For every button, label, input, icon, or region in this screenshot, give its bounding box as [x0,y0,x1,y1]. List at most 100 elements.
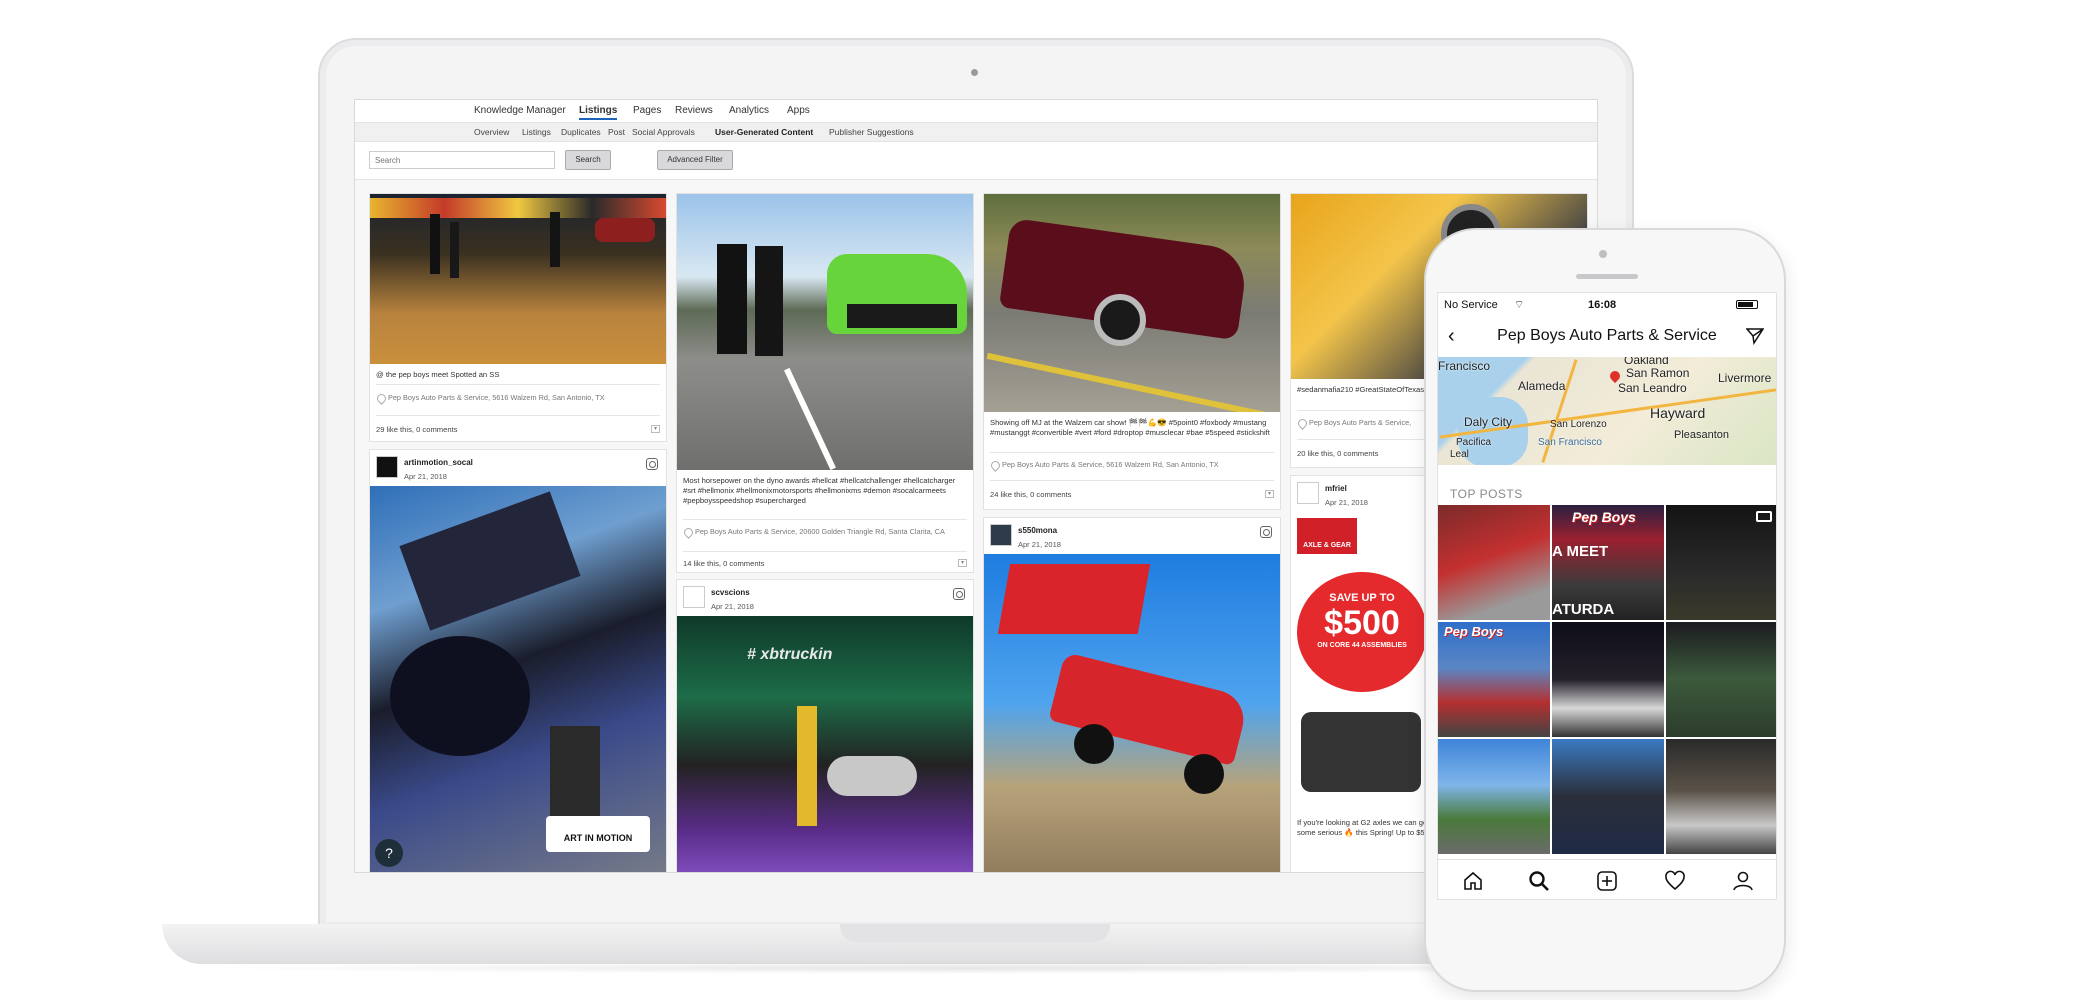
post-card[interactable]: artinmotion_socal Apr 21, 2018 ART IN MO… [369,449,667,872]
post-thumbnail[interactable] [1666,622,1776,737]
video-icon [1756,511,1772,522]
post-photo[interactable]: # xbtruckin [677,616,973,872]
nav-listings[interactable]: Listings [579,105,618,120]
ugc-column-3: Showing off MJ at the Walzem car show! 🏁… [983,193,1281,872]
post-card[interactable]: @ the pep boys meet Spotted an SS Pep Bo… [369,193,667,442]
subnav-post[interactable]: Post [608,127,625,137]
avatar [990,524,1012,546]
post-date: Apr 21, 2018 [404,472,447,481]
map-label: Pleasanton [1674,429,1730,441]
page-title: Pep Boys Auto Parts & Service [1497,327,1717,344]
nav-analytics[interactable]: Analytics [729,105,769,116]
sub-nav: Overview Listings Duplicates Post Social… [355,122,1597,142]
subnav-overview[interactable]: Overview [474,127,509,137]
chevron-down-icon[interactable]: ▾ [958,559,967,567]
phone-screen: No Service ⌔ 16:08 ‹ Pep Boys Auto Parts… [1437,292,1777,900]
filter-toolbar: Search Advanced Filter [355,142,1597,180]
search-input[interactable] [369,151,555,169]
subnav-social-approvals[interactable]: Social Approvals [632,127,695,137]
ad-sub: ON CORE 44 ASSEMBLIES [1317,642,1407,649]
post-photo[interactable] [984,554,1280,872]
post-caption: @ the pep boys meet Spotted an SS [376,370,500,379]
subnav-listings[interactable]: Listings [522,127,551,137]
divider [376,415,660,416]
location-map[interactable]: Francisco Oakland San Ramon Alameda San … [1438,357,1776,465]
top-posts-grid: Pep Boys A MEET ATURDA Pep Boys [1438,505,1776,855]
post-username[interactable]: artinmotion_socal [404,458,473,467]
hood-text: # xbtruckin [747,646,833,663]
post-photo[interactable] [370,194,666,364]
post-card[interactable]: scvscions Apr 21, 2018 # xbtruckin [676,579,974,872]
post-photo[interactable]: ART IN MOTION [370,486,666,872]
map-label: Livermore [1718,371,1772,385]
divider [683,551,967,552]
search-button[interactable]: Search [565,150,611,170]
ad-save: SAVE UP TO [1329,592,1395,604]
chevron-down-icon[interactable]: ▾ [651,425,660,433]
divider [683,519,967,520]
advanced-filter-button[interactable]: Advanced Filter [657,150,733,170]
post-photo[interactable] [984,194,1280,412]
avatar [683,586,705,608]
profile-icon[interactable] [1732,870,1754,892]
post-location: Pep Boys Auto Parts & Service, 5616 Walz… [376,393,660,403]
post-card[interactable]: s550mona Apr 21, 2018 [983,517,1281,872]
map-label: San Lorenzo [1550,419,1607,430]
map-label: San Ramon [1626,366,1690,380]
post-thumbnail[interactable] [1438,505,1550,620]
post-thumbnail[interactable]: Pep Boys [1438,622,1550,737]
post-username[interactable]: s550mona [1018,526,1057,535]
post-thumbnail[interactable]: Pep Boys A MEET ATURDA [1552,505,1664,620]
post-username[interactable]: scvscions [711,588,750,597]
tile-text: ATURDA [1552,601,1615,618]
nav-pages[interactable]: Pages [633,105,661,116]
post-caption: Showing off MJ at the Walzem car show! 🏁… [990,418,1270,437]
post-card[interactable]: Most horsepower on the dyno awards #hell… [676,193,974,573]
heart-icon[interactable] [1664,870,1686,892]
laptop-camera [971,69,978,76]
home-icon[interactable] [1462,870,1484,892]
clock: 16:08 [1588,299,1617,311]
status-bar: No Service ⌔ 16:08 [1438,293,1776,311]
post-thumbnail[interactable] [1552,739,1664,854]
tile-text: A MEET [1552,543,1609,560]
map-label: San Francisco [1538,437,1602,448]
subnav-publisher-suggestions[interactable]: Publisher Suggestions [829,127,914,137]
post-username[interactable]: mfriel [1325,484,1347,493]
post-photo[interactable] [677,194,973,470]
post-likes: 29 like this, 0 comments [376,425,458,434]
post-card[interactable]: Showing off MJ at the Walzem car show! 🏁… [983,193,1281,510]
post-thumbnail[interactable] [1552,622,1664,737]
subnav-user-generated-content[interactable]: User-Generated Content [715,127,813,137]
top-nav: Knowledge Manager Listings Pages Reviews… [355,100,1597,122]
watermark: ART IN MOTION [546,816,650,852]
ad-badge: SAVE UP TO $500 ON CORE 44 ASSEMBLIES [1297,572,1427,692]
ad-brand: AXLE & GEAR [1297,518,1357,554]
map-label: San Leandro [1618,381,1687,395]
post-date: Apr 21, 2018 [1325,498,1368,507]
ugc-column-1: @ the pep boys meet Spotted an SS Pep Bo… [369,193,667,872]
post-thumbnail[interactable] [1666,739,1776,854]
map-label: Pacifica [1456,437,1492,448]
tile-text: Pep Boys [1444,624,1504,639]
post-thumbnail[interactable] [1438,739,1550,854]
phone-camera [1599,250,1607,258]
nav-reviews[interactable]: Reviews [675,105,713,116]
help-button[interactable]: ? [375,839,403,867]
post-location: Pep Boys Auto Parts & Service, 20600 Gol… [683,527,967,537]
send-icon[interactable] [1745,327,1765,346]
add-post-icon[interactable] [1596,870,1618,892]
instagram-icon [953,588,965,600]
subnav-duplicates[interactable]: Duplicates [561,127,601,137]
nav-knowledge-manager[interactable]: Knowledge Manager [474,105,566,116]
battery-icon [1736,300,1758,309]
post-likes: 20 like this, 0 comments [1297,449,1379,458]
laptop-screen: Knowledge Manager Listings Pages Reviews… [354,99,1598,873]
search-icon[interactable] [1528,870,1550,892]
laptop-notch [840,924,1110,942]
avatar [1297,482,1319,504]
map-label: Francisco [1438,359,1491,373]
chevron-down-icon[interactable]: ▾ [1265,490,1274,498]
post-thumbnail[interactable] [1666,505,1776,620]
nav-apps[interactable]: Apps [787,105,810,116]
